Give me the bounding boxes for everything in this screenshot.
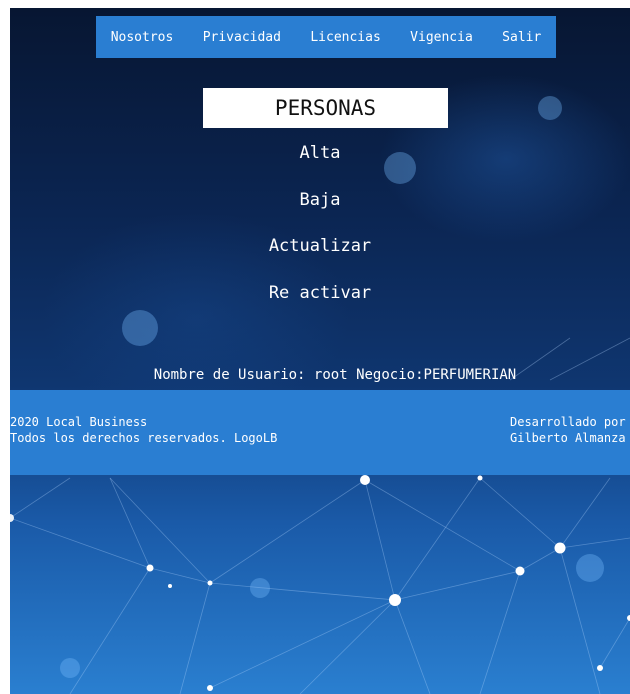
username-label: Nombre de Usuario: (153, 367, 306, 383)
background-scene: Nosotros Privacidad Licencias Vigencia S… (10, 8, 630, 694)
footer-copyright-line2: Todos los derechos reservados. LogoLB (10, 431, 278, 445)
top-navbar: Nosotros Privacidad Licencias Vigencia S… (96, 16, 556, 58)
nav-item-vigencia[interactable]: Vigencia (410, 30, 473, 45)
footer-copyright-line1: 2020 Local Business (10, 415, 148, 429)
page-title: PERSONAS (203, 88, 448, 128)
nav-item-salir[interactable]: Salir (502, 30, 541, 45)
footer-copyright: 2020 Local Business Todos los derechos r… (10, 414, 277, 446)
menu-item-baja: Baja (10, 190, 630, 210)
menu-link-reactivar[interactable]: Re activar (269, 283, 371, 303)
business-label: Negocio: (356, 367, 424, 383)
nav-item-licencias[interactable]: Licencias (310, 30, 380, 45)
nav-item-privacidad[interactable]: Privacidad (203, 30, 281, 45)
user-info-line: Nombre de Usuario: root Negocio:PERFUMER… (10, 367, 630, 383)
menu-item-reactivar: Re activar (10, 283, 630, 303)
menu-item-alta: Alta (10, 143, 630, 163)
username-value: root (313, 367, 348, 383)
footer-credits: Desarrollado por Gilberto Almanza (510, 414, 626, 446)
menu-link-baja[interactable]: Baja (300, 190, 341, 210)
nav-item-nosotros[interactable]: Nosotros (111, 30, 174, 45)
menu-link-alta[interactable]: Alta (300, 143, 341, 163)
business-value: PERFUMERIAN (423, 367, 517, 383)
footer: 2020 Local Business Todos los derechos r… (10, 390, 630, 475)
footer-credit-line1: Desarrollado por (510, 415, 626, 429)
menu-link-actualizar[interactable]: Actualizar (269, 236, 371, 256)
footer-credit-line2: Gilberto Almanza (510, 431, 626, 445)
menu-item-actualizar: Actualizar (10, 236, 630, 256)
